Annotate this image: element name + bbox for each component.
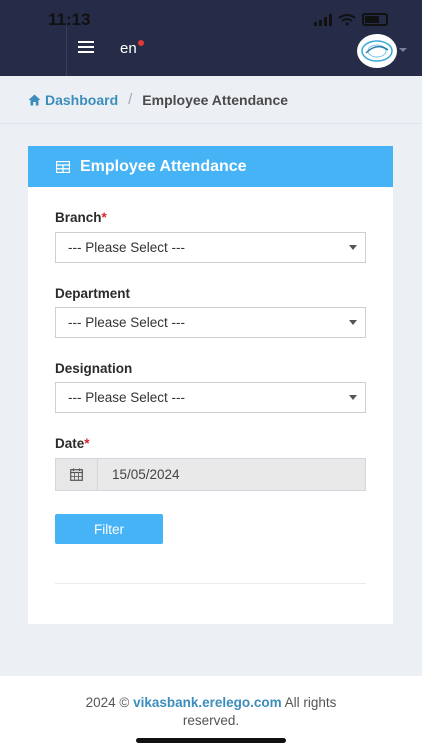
notification-dot-icon [138, 40, 144, 46]
breadcrumb-dashboard-label: Dashboard [45, 91, 119, 108]
wifi-icon [338, 14, 356, 26]
logo-icon [361, 40, 393, 62]
user-avatar-logo[interactable] [357, 34, 397, 68]
status-time: 11:13 [48, 10, 91, 29]
menu-icon[interactable] [78, 41, 94, 53]
footer-prefix: 2024 © [85, 695, 134, 710]
navbar-divider [66, 26, 67, 76]
breadcrumb: Dashboard / Employee Attendance [0, 76, 422, 124]
card-divider [55, 583, 366, 584]
home-indicator [136, 738, 286, 743]
date-label: Date* [55, 436, 90, 451]
battery-icon [362, 13, 388, 26]
designation-label: Designation [55, 361, 133, 376]
footer-brand-link[interactable]: vikasbank.erelego.com [133, 695, 282, 710]
card-header: Employee Attendance [28, 146, 393, 187]
date-field[interactable]: 15/05/2024 [55, 458, 366, 491]
calendar-addon[interactable] [56, 459, 98, 490]
designation-select-value: --- Please Select --- [68, 390, 186, 405]
department-label: Department [55, 286, 131, 301]
chevron-down-icon [349, 245, 357, 250]
branch-label: Branch* [55, 210, 107, 225]
date-input[interactable]: 15/05/2024 [98, 459, 365, 490]
chevron-down-icon[interactable] [399, 48, 407, 52]
status-icons [314, 13, 388, 26]
table-icon [56, 160, 70, 173]
designation-select[interactable]: --- Please Select --- [55, 382, 366, 413]
home-icon [28, 94, 41, 105]
department-select[interactable]: --- Please Select --- [55, 307, 366, 338]
calendar-icon [70, 468, 83, 481]
chevron-down-icon [349, 320, 357, 325]
card-title: Employee Attendance [80, 157, 247, 175]
language-selector[interactable]: en [120, 40, 137, 57]
filter-button[interactable]: Filter [55, 514, 163, 544]
branch-select-value: --- Please Select --- [68, 240, 186, 255]
attendance-card: Employee Attendance Branch* --- Please S… [28, 146, 393, 624]
breadcrumb-separator: / [128, 91, 133, 108]
breadcrumb-dashboard-link[interactable]: Dashboard [28, 92, 118, 108]
breadcrumb-current: Employee Attendance [142, 91, 289, 108]
signal-icon [314, 14, 332, 26]
department-select-value: --- Please Select --- [68, 315, 186, 330]
chevron-down-icon [349, 395, 357, 400]
branch-select[interactable]: --- Please Select --- [55, 232, 366, 263]
required-marker: * [101, 210, 107, 225]
required-marker: * [84, 436, 90, 451]
